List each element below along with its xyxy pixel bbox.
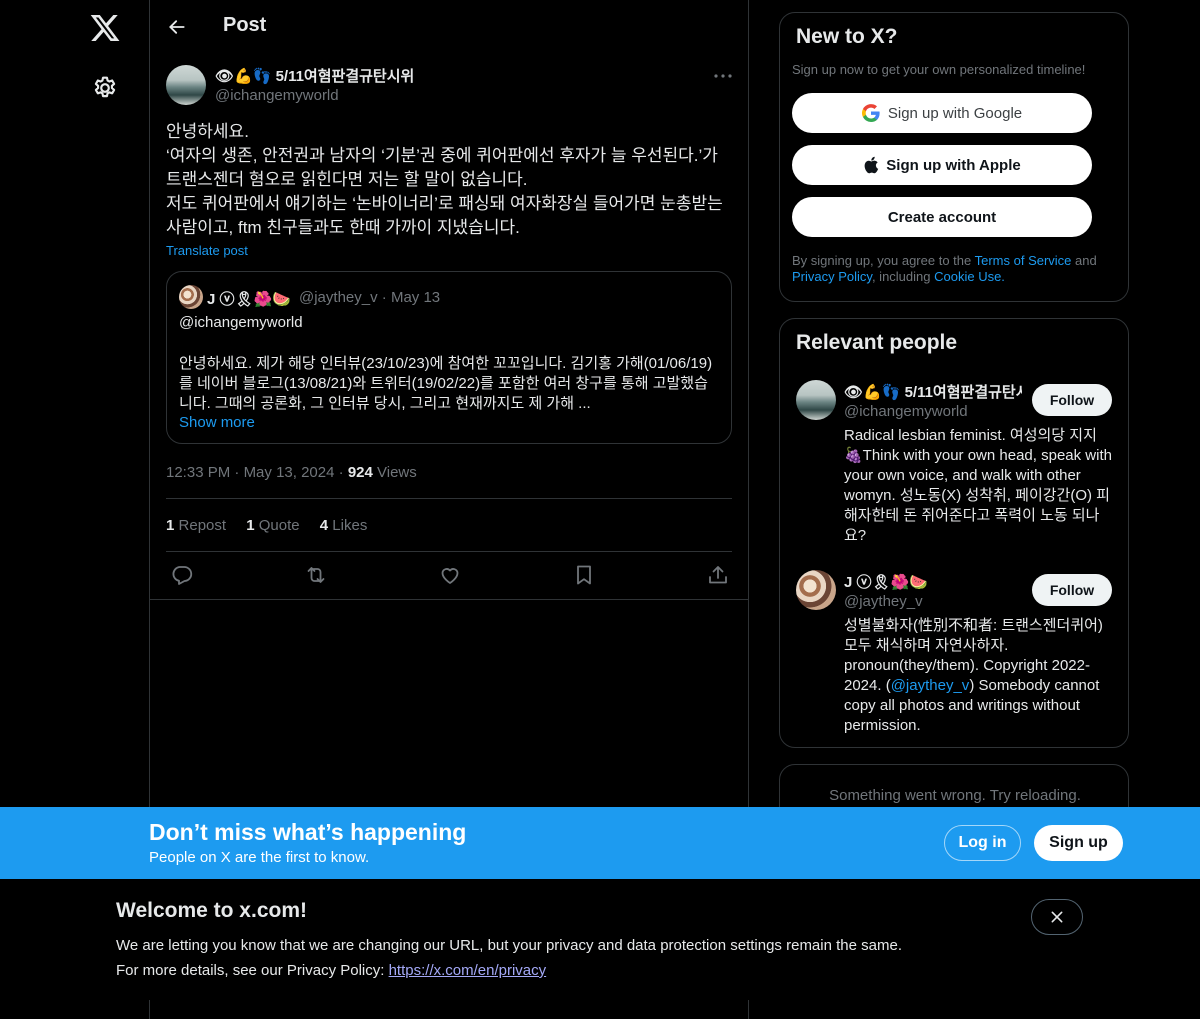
heart-icon[interactable]: [438, 563, 462, 587]
reposts-stat[interactable]: 1 Repost: [166, 517, 226, 534]
privacy-policy-link[interactable]: https://x.com/en/privacy: [389, 962, 547, 979]
quote-handle-row: @jaythey_v · May 13: [299, 289, 440, 306]
banner-title: Don’t miss what’s happening: [149, 819, 467, 845]
card-title: New to X?: [796, 25, 898, 48]
divider: [748, 1000, 749, 1019]
error-message: Something went wrong. Try reloading.: [829, 787, 1081, 804]
banner-subtitle: People on X are the first to know.: [149, 849, 370, 866]
close-icon: [1051, 911, 1063, 923]
bio-mention-link[interactable]: @jaythey_v: [891, 677, 970, 694]
views-label: Views: [377, 464, 417, 481]
page-title: Post: [223, 14, 267, 36]
sign-up-google-button[interactable]: Sign up with Google: [792, 93, 1092, 133]
post-stats: 1 Repost 1 Quote 4 Likes: [166, 517, 383, 534]
post-meta: 12:33 PM · May 13, 2024 · 924 Views: [166, 464, 417, 481]
privacy-link[interactable]: Privacy Policy: [792, 269, 872, 284]
post-time[interactable]: 12:33 PM: [166, 464, 230, 481]
quote-author-name: J ⓥ🎗🌺🍉: [207, 291, 291, 308]
gear-icon[interactable]: [92, 75, 118, 101]
google-icon: [861, 104, 880, 122]
cookie-use-link[interactable]: Cookie Use.: [934, 269, 1005, 284]
author-avatar[interactable]: [166, 65, 206, 105]
divider: [149, 1000, 150, 1019]
sign-up-apple-button[interactable]: Sign up with Apple: [792, 145, 1092, 185]
x-logo-icon[interactable]: [89, 12, 121, 44]
quotes-stat[interactable]: 1 Quote: [246, 517, 299, 534]
post-text: 안녕하세요. ‘여자의 생존, 안전권과 남자의 ‘기분’권 중에 퀴어판에선 …: [166, 122, 723, 237]
url-change-notice: Welcome to x.com! We are letting you kno…: [0, 879, 1200, 1019]
apple-label: Sign up with Apple: [886, 156, 1021, 174]
quote-avatar: [179, 285, 203, 309]
avatar[interactable]: [796, 570, 836, 610]
person-bio: 성별불화자(性別不和者: 트랜스젠더퀴어) 모두 채식하며 자연사하자. pro…: [844, 617, 1103, 734]
card-title: Relevant people: [796, 331, 958, 354]
relevant-people-card: Relevant people 👁💪👣 5/11여혐판결규탄시위 @ichang…: [779, 318, 1129, 748]
follow-button[interactable]: Follow: [1032, 574, 1112, 606]
reply-icon[interactable]: [170, 563, 194, 587]
quote-date: May 13: [390, 289, 441, 306]
author-name[interactable]: 👁💪👣 5/11여혐판결규탄시위: [215, 65, 414, 86]
card-subtitle: Sign up now to get your own personalized…: [792, 62, 1086, 77]
divider: [166, 551, 732, 552]
quote-mention: @ichangemyworld: [179, 314, 303, 331]
repost-icon[interactable]: [304, 563, 328, 587]
signup-banner: Don’t miss what’s happening People on X …: [0, 807, 1200, 879]
person-handle[interactable]: @jaythey_v: [844, 593, 923, 610]
legal-text: By signing up, you agree to the Terms of…: [792, 253, 1097, 284]
show-more-link[interactable]: Show more: [179, 414, 255, 431]
quoted-post[interactable]: J ⓥ🎗🌺🍉 @jaythey_v · May 13 @ichangemywor…: [166, 271, 732, 444]
divider: [166, 498, 732, 499]
author-handle[interactable]: @ichangemyworld: [215, 87, 339, 104]
signup-button[interactable]: Sign up: [1034, 825, 1123, 861]
post-date[interactable]: May 13, 2024: [244, 464, 335, 481]
person-bio: Radical lesbian feminist. 여성의당 지지🍇Think …: [844, 427, 1112, 544]
quote-body: 안녕하세요. 제가 해당 인터뷰(23/10/23)에 참여한 꼬꼬입니다. 김…: [179, 355, 713, 412]
login-button[interactable]: Log in: [944, 825, 1021, 861]
likes-stat[interactable]: 4 Likes: [320, 517, 368, 534]
more-horizontal-icon[interactable]: [714, 74, 732, 78]
arrow-left-icon[interactable]: [167, 17, 187, 37]
create-account-button[interactable]: Create account: [792, 197, 1092, 237]
person-name[interactable]: J ⓥ🎗🌺🍉: [844, 571, 1022, 592]
google-label: Sign up with Google: [887, 104, 1023, 122]
follow-button[interactable]: Follow: [1032, 384, 1112, 416]
notice-text: We are letting you know that we are chan…: [116, 937, 902, 954]
views-count: 924: [347, 464, 373, 481]
avatar[interactable]: [796, 380, 836, 420]
close-button[interactable]: [1031, 899, 1083, 935]
person-handle[interactable]: @ichangemyworld: [844, 403, 968, 420]
apple-icon: [864, 156, 879, 174]
quote-author-handle: @jaythey_v: [299, 289, 378, 306]
translate-post-link[interactable]: Translate post: [166, 243, 248, 258]
share-icon[interactable]: [706, 563, 730, 587]
new-to-x-card: New to X? Sign up now to get your own pe…: [779, 12, 1129, 302]
separator-dot: ·: [381, 289, 391, 306]
terms-link[interactable]: Terms of Service: [975, 253, 1072, 268]
person-name[interactable]: 👁💪👣 5/11여혐판결규탄시위: [844, 381, 1022, 402]
notice-text: For more details, see our Privacy Policy…: [116, 962, 547, 979]
bookmark-icon[interactable]: [572, 563, 596, 587]
notice-title: Welcome to x.com!: [116, 899, 307, 922]
divider: [150, 599, 748, 600]
